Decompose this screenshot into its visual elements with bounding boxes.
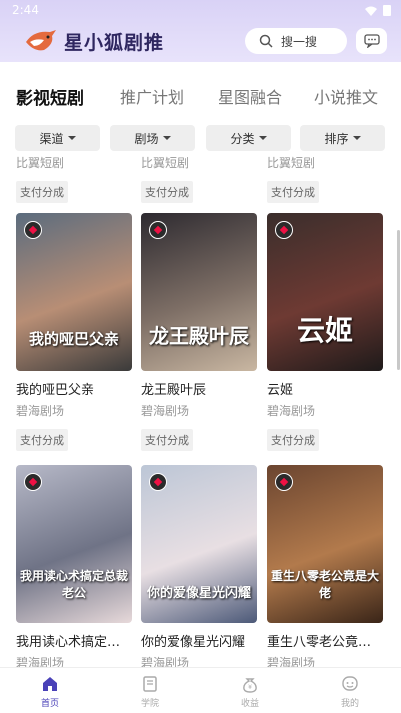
tab-star-map[interactable]: 星图融合: [218, 84, 282, 108]
tab-short-drama[interactable]: 影视短剧: [16, 84, 84, 109]
fox-logo-icon: [26, 30, 56, 51]
drama-list: 比翼短剧 支付分成 比翼短剧 支付分成 比翼短剧 支付分成 我的哑巴父亲 我的哑…: [0, 152, 401, 667]
card-tag: 支付分成: [141, 429, 193, 451]
card-title: 我的哑巴父亲: [16, 383, 95, 398]
drama-card[interactable]: 我用读心术搞定总裁老公 我用读心术搞定总裁老公 碧海剧场: [16, 465, 132, 667]
search-placeholder: 搜一搜: [281, 34, 318, 49]
app-title: 星小狐剧推: [64, 32, 165, 54]
card-theatre: 碧海剧场: [267, 656, 316, 667]
status-time: 2:44: [12, 3, 39, 17]
platform-badge-icon: [149, 473, 167, 491]
caret-down-icon: [352, 136, 361, 140]
app-header: 2:44 星小狐剧推 搜一搜: [0, 0, 401, 62]
nav-profile-label: 我的: [340, 699, 359, 709]
bottom-nav: 首页 学院 ¥ 收益 我的: [0, 667, 401, 713]
card-title: 你的爱像星光闪耀: [141, 635, 246, 650]
card-theatre: 比翼短剧: [16, 156, 65, 170]
platform-badge-icon: [275, 473, 293, 491]
nav-earnings[interactable]: ¥ 收益: [220, 675, 280, 709]
drama-card[interactable]: 重生八零老公竟是大佬 重生八零老公竟是大佬 碧海剧场: [267, 465, 383, 667]
profile-icon: [342, 676, 358, 691]
poster-title-art: 龙王殿叶辰: [149, 324, 249, 348]
caret-down-icon: [162, 136, 171, 140]
filter-channel[interactable]: 渠道: [15, 125, 100, 151]
drama-card[interactable]: 你的爱像星光闪耀 你的爱像星光闪耀 碧海剧场: [141, 465, 257, 667]
filter-category[interactable]: 分类: [206, 125, 291, 151]
card-title: 重生八零老公竟是大佬: [267, 635, 383, 650]
message-icon: [363, 34, 380, 48]
battery-icon: [383, 5, 391, 16]
drama-poster[interactable]: 龙王殿叶辰: [141, 213, 257, 371]
nav-earnings-label: 收益: [240, 699, 259, 709]
nav-academy[interactable]: 学院: [120, 675, 180, 709]
card-title: 云姬: [267, 383, 294, 398]
card-theatre: 碧海剧场: [141, 404, 190, 418]
filter-theatre[interactable]: 剧场: [110, 125, 195, 151]
caret-down-icon: [67, 136, 76, 140]
card-tag: 支付分成: [16, 181, 68, 203]
drama-card[interactable]: 比翼短剧 支付分成: [267, 154, 383, 203]
book-icon: [143, 676, 157, 692]
wifi-icon: [365, 6, 377, 16]
nav-profile[interactable]: 我的: [320, 675, 380, 709]
message-button[interactable]: [356, 28, 387, 54]
card-tag: 支付分成: [267, 181, 319, 203]
poster-title-art: 重生八零老公竟是大佬: [270, 569, 379, 600]
status-icons: [365, 5, 391, 16]
card-theatre: 碧海剧场: [16, 404, 65, 418]
card-title: 龙王殿叶辰: [141, 383, 207, 398]
platform-badge-icon: [24, 221, 42, 239]
drama-poster[interactable]: 重生八零老公竟是大佬: [267, 465, 383, 623]
caret-down-icon: [258, 136, 267, 140]
drama-poster[interactable]: 我的哑巴父亲: [16, 213, 132, 371]
filter-sort[interactable]: 排序: [300, 125, 385, 151]
home-icon: [43, 677, 57, 691]
poster-title-art: 云姬: [296, 314, 353, 347]
card-theatre: 比翼短剧: [141, 156, 190, 170]
poster-title-art: 你的爱像星光闪耀: [146, 586, 251, 601]
category-tabs: 影视短剧 推广计划 星图融合 小说推文: [0, 62, 401, 114]
filter-theatre-label: 剧场: [134, 131, 159, 146]
drama-card[interactable]: 我的哑巴父亲 我的哑巴父亲 碧海剧场 支付分成: [16, 213, 132, 451]
nav-academy-label: 学院: [140, 699, 159, 709]
card-tag: 支付分成: [16, 429, 68, 451]
card-theatre: 碧海剧场: [16, 656, 65, 667]
filter-bar: 渠道 剧场 分类 排序: [0, 125, 401, 151]
money-bag-icon: ¥: [243, 678, 257, 693]
drama-poster[interactable]: 我用读心术搞定总裁老公: [16, 465, 132, 623]
tab-novel-promo[interactable]: 小说推文: [314, 84, 378, 108]
platform-badge-icon: [24, 473, 42, 491]
card-theatre: 碧海剧场: [141, 656, 190, 667]
poster-title-art: 我的哑巴父亲: [28, 330, 119, 348]
drama-card[interactable]: 云姬 云姬 碧海剧场 支付分成: [267, 213, 383, 451]
platform-badge-icon: [149, 221, 167, 239]
tab-promotion-plan[interactable]: 推广计划: [120, 84, 184, 108]
filter-category-label: 分类: [230, 131, 255, 146]
filter-channel-label: 渠道: [39, 131, 64, 146]
card-theatre: 比翼短剧: [267, 156, 316, 170]
card-theatre: 碧海剧场: [267, 404, 316, 418]
filter-sort-label: 排序: [324, 131, 349, 146]
search-box[interactable]: 搜一搜: [245, 28, 347, 54]
drama-card[interactable]: 比翼短剧 支付分成: [16, 154, 132, 203]
drama-card[interactable]: 龙王殿叶辰 龙王殿叶辰 碧海剧场 支付分成: [141, 213, 257, 451]
card-tag: 支付分成: [141, 181, 193, 203]
search-icon: [259, 34, 273, 48]
nav-home[interactable]: 首页: [20, 675, 80, 709]
card-title: 我用读心术搞定总裁老公: [16, 635, 132, 650]
platform-badge-icon: [275, 221, 293, 239]
drama-poster[interactable]: 云姬: [267, 213, 383, 371]
drama-card[interactable]: 比翼短剧 支付分成: [141, 154, 257, 203]
nav-home-label: 首页: [40, 699, 59, 709]
scrollbar[interactable]: [397, 230, 400, 370]
svg-text:¥: ¥: [248, 684, 252, 691]
card-tag: 支付分成: [267, 429, 319, 451]
drama-poster[interactable]: 你的爱像星光闪耀: [141, 465, 257, 623]
poster-title-art: 我用读心术搞定总裁老公: [19, 569, 128, 600]
status-bar: 2:44: [0, 0, 401, 22]
